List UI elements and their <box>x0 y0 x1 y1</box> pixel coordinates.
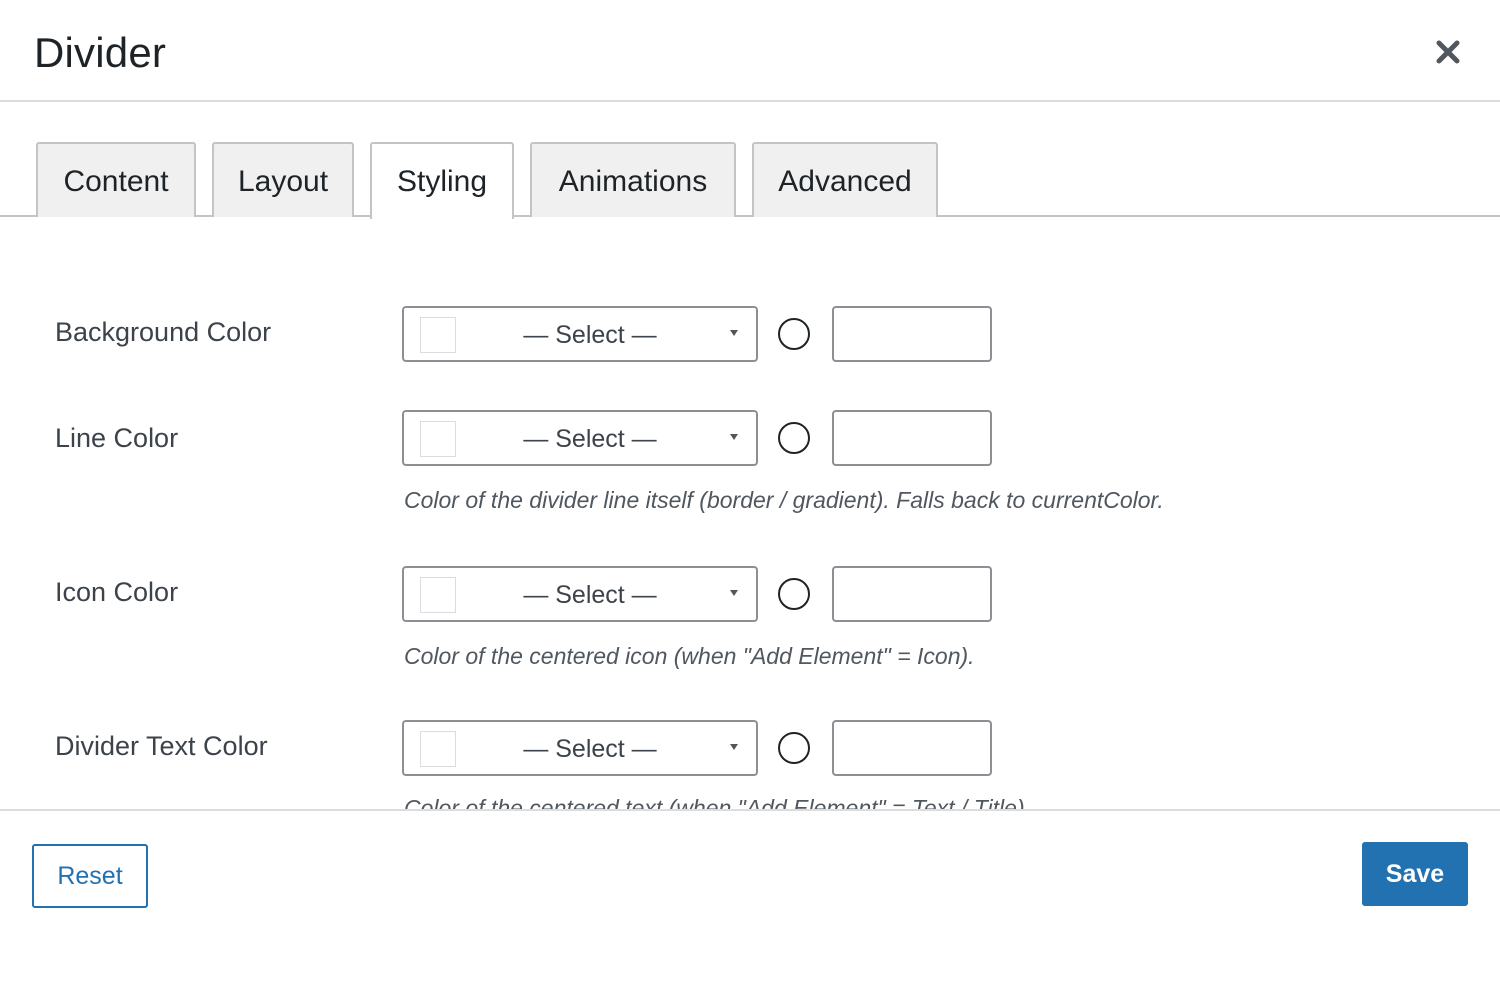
background-color-input[interactable] <box>832 306 992 362</box>
color-swatch <box>420 421 456 457</box>
close-icon <box>1436 40 1460 64</box>
select-value: — Select — <box>523 735 657 763</box>
background-color-label: Background Color <box>55 317 272 347</box>
divider-text-color-help: Color of the centered text (when "Add El… <box>404 795 1031 809</box>
line-color-radio[interactable] <box>778 422 810 454</box>
background-color-select[interactable]: — Select — <box>402 306 758 362</box>
chevron-down-icon <box>730 744 738 750</box>
divider-text-color-input[interactable] <box>832 720 992 776</box>
divider-text-color-select[interactable]: — Select — <box>402 720 758 776</box>
icon-color-select[interactable]: — Select — <box>402 566 758 622</box>
icon-color-label: Icon Color <box>55 577 179 607</box>
line-color-input[interactable] <box>832 410 992 466</box>
tab-styling[interactable]: Styling <box>370 142 514 219</box>
color-swatch <box>420 577 456 613</box>
modal-header: Divider <box>0 0 1500 102</box>
close-button[interactable] <box>1428 32 1468 72</box>
divider-text-color-label: Divider Text Color <box>55 731 268 761</box>
divider-text-color-radio[interactable] <box>778 732 810 764</box>
modal-footer: Reset Save <box>0 809 1500 1000</box>
line-color-help: Color of the divider line itself (border… <box>404 487 1164 513</box>
select-value: — Select — <box>523 581 657 609</box>
select-value: — Select — <box>523 321 657 349</box>
divider-settings-modal: Divider Content Layout Styling Animation… <box>0 0 1500 1000</box>
modal-title: Divider <box>34 29 167 76</box>
icon-color-radio[interactable] <box>778 578 810 610</box>
tab-animations[interactable]: Animations <box>530 142 736 217</box>
chevron-down-icon <box>730 330 738 336</box>
icon-color-input[interactable] <box>832 566 992 622</box>
reset-button[interactable]: Reset <box>32 844 148 908</box>
chevron-down-icon <box>730 590 738 596</box>
tab-layout[interactable]: Layout <box>212 142 354 217</box>
color-swatch <box>420 731 456 767</box>
chevron-down-icon <box>730 434 738 440</box>
icon-color-help: Color of the centered icon (when "Add El… <box>404 643 975 669</box>
color-swatch <box>420 317 456 353</box>
tab-advanced[interactable]: Advanced <box>752 142 938 217</box>
select-value: — Select — <box>523 425 657 453</box>
background-color-radio[interactable] <box>778 318 810 350</box>
save-button[interactable]: Save <box>1362 842 1468 906</box>
line-color-label: Line Color <box>55 423 179 453</box>
tab-content[interactable]: Content <box>36 142 196 217</box>
styling-panel[interactable]: Background Color — Select — Line Color —… <box>0 219 1500 809</box>
line-color-select[interactable]: — Select — <box>402 410 758 466</box>
